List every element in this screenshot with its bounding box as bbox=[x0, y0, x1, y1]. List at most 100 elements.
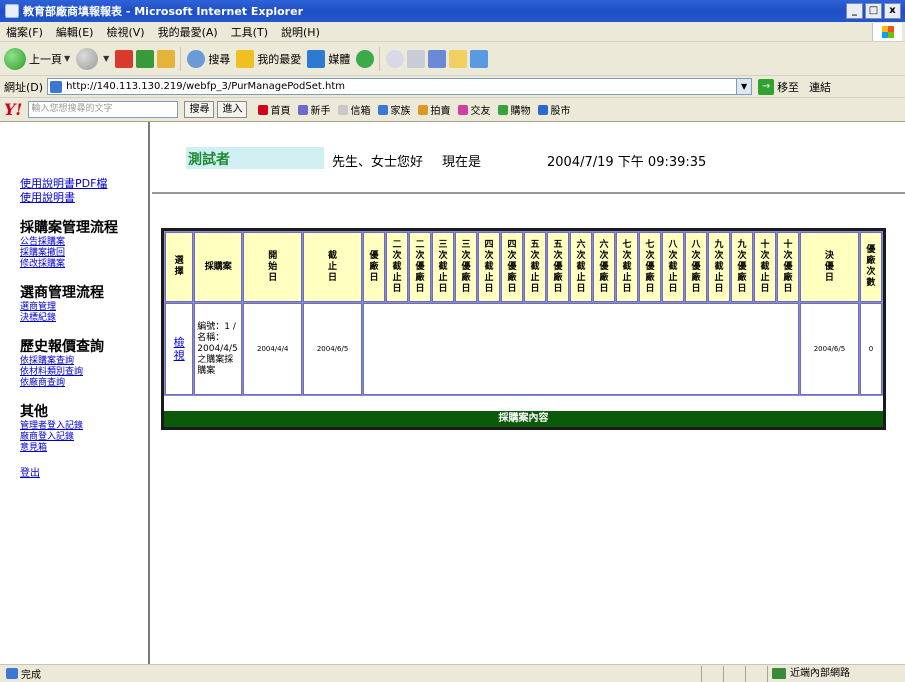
ie-icon bbox=[5, 4, 19, 18]
yahoo-enter-button[interactable]: 進入 bbox=[217, 101, 248, 118]
go-label: 移至 bbox=[777, 80, 800, 94]
stop-icon[interactable] bbox=[115, 49, 134, 68]
yahoo-link-family[interactable]: 家族 bbox=[378, 102, 410, 117]
sidebar-item-query-by-vendor[interactable]: 依廠商查詢 bbox=[20, 378, 148, 389]
close-button[interactable]: x bbox=[884, 3, 901, 19]
messenger-icon[interactable] bbox=[470, 49, 489, 68]
go-arrow-icon: → bbox=[758, 78, 775, 95]
media-label: 媒體 bbox=[328, 52, 351, 66]
yahoo-link-dating[interactable]: 交友 bbox=[458, 102, 490, 117]
media-button[interactable]: 媒體 bbox=[307, 49, 351, 68]
column-header-label: 六次優廠日 bbox=[599, 239, 609, 294]
forward-arrow-icon bbox=[76, 47, 99, 70]
yahoo-link-label: 新手 bbox=[310, 106, 331, 117]
table-footer: 採購案內容 bbox=[164, 411, 883, 427]
status-pane bbox=[723, 665, 745, 682]
sidebar-item-query-by-material[interactable]: 依材料類別查詢 bbox=[20, 367, 148, 378]
search-icon bbox=[187, 49, 206, 68]
search-label: 搜尋 bbox=[208, 52, 231, 66]
manual-pdf-link[interactable]: 使用說明書PDF檔 bbox=[20, 177, 148, 191]
sidebar-item-admin-log[interactable]: 管理者登入記錄 bbox=[20, 421, 148, 432]
column-header: 優廠次數 bbox=[859, 232, 882, 302]
yahoo-search-button[interactable]: 搜尋 bbox=[184, 101, 215, 118]
column-header: 九次截止日 bbox=[708, 232, 730, 302]
sidebar-item-vendor-manage[interactable]: 選商管理 bbox=[20, 302, 148, 313]
menu-tools[interactable]: 工具(T) bbox=[231, 24, 268, 40]
print-icon[interactable] bbox=[407, 49, 426, 68]
column-header: 選擇 bbox=[165, 232, 194, 302]
menu-edit[interactable]: 編輯(E) bbox=[56, 24, 94, 40]
sidebar-item-feedback[interactable]: 意見箱 bbox=[20, 443, 148, 454]
sidebar-item-vendor-log[interactable]: 廠商登入記錄 bbox=[20, 432, 148, 443]
status-pane bbox=[701, 665, 723, 682]
column-header: 四次截止日 bbox=[478, 232, 500, 302]
yahoo-link-label: 拍賣 bbox=[430, 106, 451, 117]
column-header: 六次截止日 bbox=[570, 232, 592, 302]
section-title: 歷史報價查詢 bbox=[20, 339, 104, 355]
menu-help[interactable]: 說明(H) bbox=[281, 24, 320, 40]
go-button[interactable]: → 移至 bbox=[758, 78, 800, 95]
address-input[interactable]: http://140.113.130.219/webfp_3/PurManage… bbox=[47, 78, 738, 95]
mail-icon[interactable] bbox=[386, 49, 405, 68]
yahoo-link-shopping[interactable]: 購物 bbox=[498, 102, 530, 117]
column-header-label: 採購案 bbox=[204, 261, 232, 272]
yahoo-link-auction[interactable]: 拍賣 bbox=[418, 102, 450, 117]
home-icon bbox=[258, 104, 269, 115]
column-header-label: 五次截止日 bbox=[530, 239, 540, 294]
yahoo-link-label: 交友 bbox=[470, 106, 491, 117]
forward-button[interactable]: ▼ bbox=[76, 47, 109, 70]
yahoo-link-home[interactable]: 首頁 bbox=[258, 102, 290, 117]
back-button[interactable]: 上一頁 ▼ bbox=[4, 47, 70, 70]
procurement-table: 選擇 採購案 開始日 截止日 優廠日 二次截止日 二次優廠日 三次截止日 三次優廠日 四次截止日 四… bbox=[164, 231, 883, 396]
address-dropdown-button[interactable]: ▼ bbox=[736, 78, 753, 95]
column-header: 八次優廠日 bbox=[685, 232, 707, 302]
standard-toolbar: 上一頁 ▼ ▼ 搜尋 我的最愛 媒體 bbox=[0, 42, 905, 76]
menu-view[interactable]: 檢視(V) bbox=[106, 24, 144, 40]
column-header-label: 三次優廠日 bbox=[461, 239, 471, 294]
yahoo-logo[interactable]: Y! bbox=[4, 100, 22, 119]
history-icon[interactable] bbox=[356, 49, 375, 68]
yahoo-link-label: 購物 bbox=[510, 106, 531, 117]
yahoo-link-newbie[interactable]: 新手 bbox=[298, 102, 330, 117]
sidebar-item-award-record[interactable]: 決標紀錄 bbox=[20, 313, 148, 324]
minimize-button[interactable]: _ bbox=[846, 3, 863, 19]
maximize-button[interactable]: □ bbox=[865, 3, 882, 19]
toolbar-separator bbox=[180, 46, 182, 71]
start-date-cell: 2004/4/4 bbox=[243, 303, 303, 395]
column-header-label: 截止日 bbox=[328, 250, 338, 283]
edit-icon[interactable] bbox=[428, 49, 447, 68]
refresh-icon[interactable] bbox=[136, 49, 155, 68]
page-icon bbox=[50, 80, 63, 93]
yahoo-link-label: 家族 bbox=[390, 106, 411, 117]
sidebar-item-edit-case[interactable]: 修改採購案 bbox=[20, 259, 148, 270]
greeting-text: 先生、女士您好 bbox=[332, 155, 424, 170]
column-header-label: 八次優廠日 bbox=[691, 239, 701, 294]
yahoo-link-mail[interactable]: 信箱 bbox=[338, 102, 370, 117]
view-link[interactable]: 檢視 bbox=[173, 336, 185, 362]
search-button[interactable]: 搜尋 bbox=[187, 49, 231, 68]
sidebar-item-withdraw-case[interactable]: 採購案撤回 bbox=[20, 248, 148, 259]
media-icon bbox=[307, 49, 326, 68]
status-text: 完成 bbox=[6, 666, 41, 681]
section-procurement: 採購案管理流程 公告採購案 採購案撤回 修改採購案 bbox=[20, 219, 148, 270]
sidebar-item-query-by-case[interactable]: 依採購案查詢 bbox=[20, 356, 148, 367]
menu-file[interactable]: 檔案(F) bbox=[6, 24, 43, 40]
logout-link[interactable]: 登出 bbox=[20, 464, 148, 479]
links-button[interactable]: 連結 bbox=[809, 79, 831, 95]
sidebar-item-publish-case[interactable]: 公告採購案 bbox=[20, 237, 148, 248]
manual-link[interactable]: 使用說明書 bbox=[20, 191, 148, 205]
intranet-icon bbox=[772, 668, 786, 679]
column-header: 八次截止日 bbox=[662, 232, 684, 302]
folder-icon[interactable] bbox=[449, 49, 468, 68]
favorites-button[interactable]: 我的最愛 bbox=[236, 49, 301, 68]
column-header: 六次優廠日 bbox=[593, 232, 615, 302]
home-icon[interactable] bbox=[157, 49, 176, 68]
column-header: 三次優廠日 bbox=[455, 232, 477, 302]
heart-icon bbox=[458, 104, 469, 115]
status-label: 完成 bbox=[21, 670, 41, 681]
section-title: 採購案管理流程 bbox=[20, 220, 118, 236]
menu-favorites[interactable]: 我的最愛(A) bbox=[158, 24, 218, 40]
section-title: 選商管理流程 bbox=[20, 285, 104, 301]
yahoo-search-input[interactable]: 輸入您想搜尋的文字 bbox=[28, 101, 179, 118]
yahoo-link-stocks[interactable]: 股市 bbox=[538, 102, 570, 117]
